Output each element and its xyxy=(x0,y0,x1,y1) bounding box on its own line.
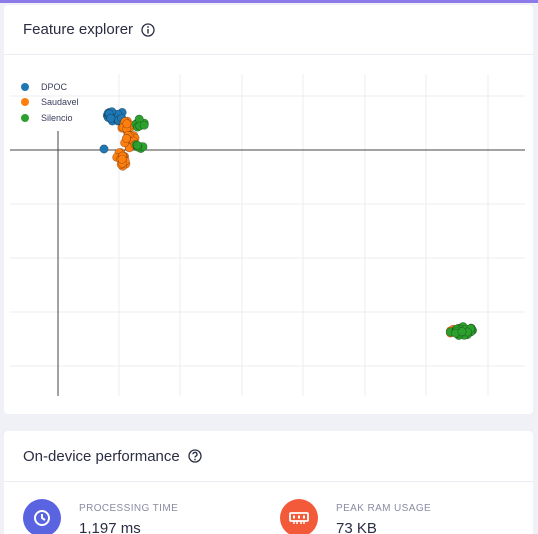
feature-scatter-plot[interactable]: DPOC Saudavel Silencio xyxy=(4,56,533,408)
on-device-performance-card: On-device performance PROCESSING TIME 1,… xyxy=(4,431,533,534)
performance-title: On-device performance xyxy=(23,447,180,465)
feature-explorer-title: Feature explorer xyxy=(23,21,134,38)
plot-grid xyxy=(10,74,525,396)
top-accent-bar xyxy=(0,0,538,3)
clock-icon xyxy=(23,499,61,534)
peak-ram-value: 73 KB xyxy=(336,520,377,534)
memory-chip-icon xyxy=(280,499,318,534)
saudavel-point xyxy=(122,119,132,129)
metric-processing-time: PROCESSING TIME 1,197 ms xyxy=(23,499,178,534)
plot-points xyxy=(99,107,477,340)
question-circle-icon[interactable] xyxy=(188,449,202,463)
saudavel-point xyxy=(122,134,132,144)
peak-ram-label: PEAK RAM USAGE xyxy=(336,503,432,514)
metric-peak-ram: PEAK RAM USAGE 73 KB xyxy=(280,499,431,534)
feature-explorer-header: Feature explorer xyxy=(4,5,533,55)
processing-time-value: 1,197 ms xyxy=(79,520,141,534)
silencio-point xyxy=(132,140,142,150)
dpoc-point xyxy=(99,144,109,154)
legend-label-dpoc: DPOC xyxy=(41,82,68,92)
legend-label-saudavel: Saudavel xyxy=(41,97,79,107)
legend-marker-dpoc xyxy=(21,83,29,91)
dpoc-point xyxy=(106,113,116,123)
plot-legend: DPOC Saudavel Silencio xyxy=(21,82,79,123)
saudavel-point xyxy=(117,154,127,164)
performance-header: On-device performance xyxy=(4,431,533,482)
legend-marker-silencio xyxy=(21,114,29,122)
legend-label-silencio: Silencio xyxy=(41,113,73,123)
processing-time-label: PROCESSING TIME xyxy=(79,503,179,514)
silencio-point xyxy=(139,120,149,130)
feature-explorer-card: Feature explorer DPOC Saudavel Silencio xyxy=(4,5,533,414)
plot-axes xyxy=(10,131,525,396)
info-circle-icon[interactable] xyxy=(141,22,155,37)
silencio-point xyxy=(457,327,467,337)
legend-marker-saudavel xyxy=(21,98,29,106)
